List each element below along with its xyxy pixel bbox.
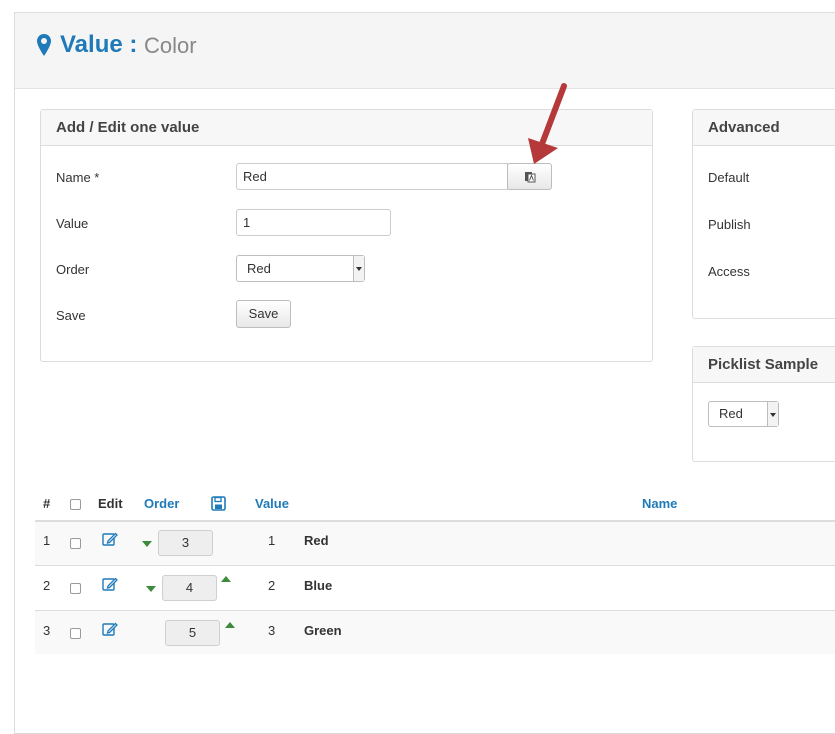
chevron-down-icon [767,402,778,426]
row-value: 2 [268,578,276,593]
row-checkbox[interactable] [70,583,81,594]
order-up-arrow-icon[interactable] [225,622,235,628]
floppy-disk-icon[interactable] [211,496,226,511]
edit-pencil-icon[interactable] [102,531,118,547]
order-down-arrow-icon[interactable] [146,586,156,592]
save-label: Save [56,308,86,323]
col-header-order[interactable]: Order [144,496,179,511]
order-up-arrow-icon[interactable] [221,576,231,582]
publish-label: Publish [708,217,751,232]
row-name[interactable]: Red [304,533,329,548]
row-num: 2 [43,578,51,593]
row-checkbox[interactable] [70,628,81,639]
advanced-panel-title: Advanced [693,110,835,146]
advanced-panel: Advanced [692,109,835,319]
row-checkbox[interactable] [70,538,81,549]
row-value: 1 [268,533,276,548]
order-input[interactable]: 5 [165,620,220,646]
order-input[interactable]: 3 [158,530,213,556]
default-label: Default [708,170,750,185]
order-label: Order [56,262,90,277]
translate-button[interactable] [507,163,552,190]
picklist-panel-title: Picklist Sample [693,347,835,383]
row-num: 3 [43,623,51,638]
value-label: Value [56,216,89,231]
map-marker-icon [37,34,51,56]
name-field[interactable]: Red [236,163,508,190]
col-header-num: # [43,496,51,511]
translate-flag-icon [524,172,535,183]
table-row [35,611,835,654]
select-all-checkbox[interactable] [70,499,81,510]
order-down-arrow-icon[interactable] [142,541,152,547]
edit-pencil-icon[interactable] [102,576,118,592]
order-select-value: Red [247,261,271,276]
page-title: Value : [60,31,138,58]
save-button[interactable]: Save [236,300,291,328]
col-header-name[interactable]: Name [642,496,677,511]
row-value: 3 [268,623,276,638]
order-input[interactable]: 4 [162,575,217,601]
order-select[interactable]: Red [236,255,365,282]
page-header [15,13,835,89]
page-subtitle: Color [144,33,197,58]
access-label: Access [708,264,750,279]
name-label: Name * [56,170,100,185]
row-name[interactable]: Green [304,623,342,638]
row-num: 1 [43,533,51,548]
picklist-select-value: Red [719,406,743,421]
annotation-arrow-icon [528,83,567,164]
row-name[interactable]: Blue [304,578,332,593]
col-header-edit: Edit [98,496,123,511]
chevron-down-icon [353,256,364,281]
picklist-select[interactable]: Red [708,401,779,427]
col-header-value[interactable]: Value [255,496,289,511]
table-row [35,522,835,565]
edit-pencil-icon[interactable] [102,621,118,637]
value-field[interactable]: 1 [236,209,391,236]
